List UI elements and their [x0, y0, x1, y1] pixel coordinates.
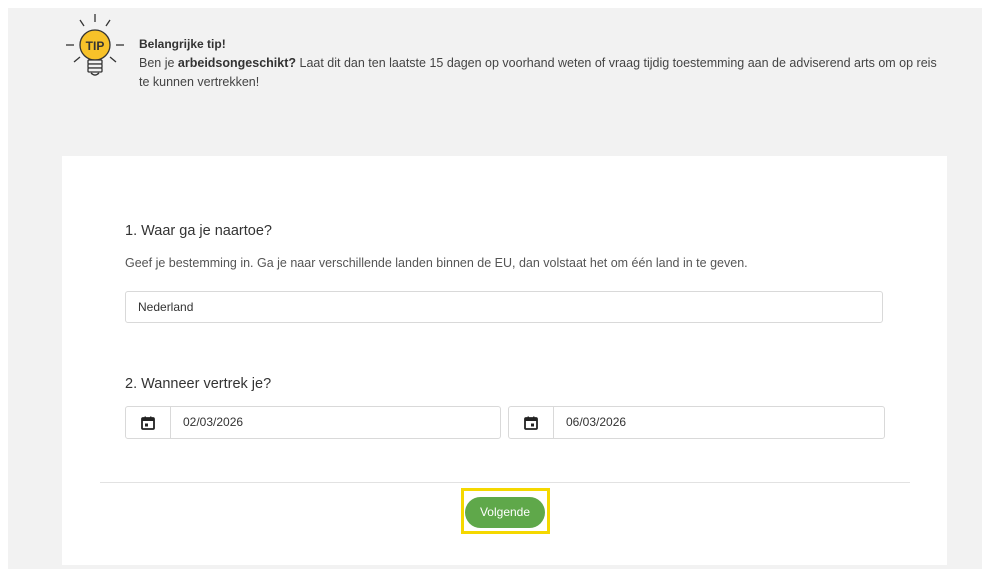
end-date-input[interactable]: 06/03/2026 [554, 407, 626, 438]
calendar-icon [141, 416, 155, 430]
start-date-calendar-button[interactable] [126, 407, 171, 438]
tip-text: Ben je arbeidsongeschikt? Laat dit dan t… [139, 56, 937, 89]
start-date-input[interactable]: 02/03/2026 [171, 407, 243, 438]
destination-question-title: 1. Waar ga je naartoe? [125, 223, 272, 239]
tip-title: Belangrijke tip! [139, 37, 226, 51]
destination-input[interactable]: Nederland [125, 291, 883, 323]
start-date-field: 02/03/2026 [125, 406, 501, 439]
calendar-icon [524, 416, 538, 430]
tip-badge: TIP [86, 39, 105, 53]
departure-question-title: 2. Wanneer vertrek je? [125, 376, 272, 392]
end-date-calendar-button[interactable] [509, 407, 554, 438]
footer-divider [100, 482, 910, 483]
end-date-field: 06/03/2026 [508, 406, 885, 439]
next-button[interactable]: Volgende [465, 497, 545, 528]
tip-text-bold: arbeidsongeschikt? [177, 56, 297, 70]
destination-question-hint: Geef je bestemming in. Ga je naar versch… [125, 256, 748, 270]
lightbulb-icon: TIP [66, 14, 124, 76]
